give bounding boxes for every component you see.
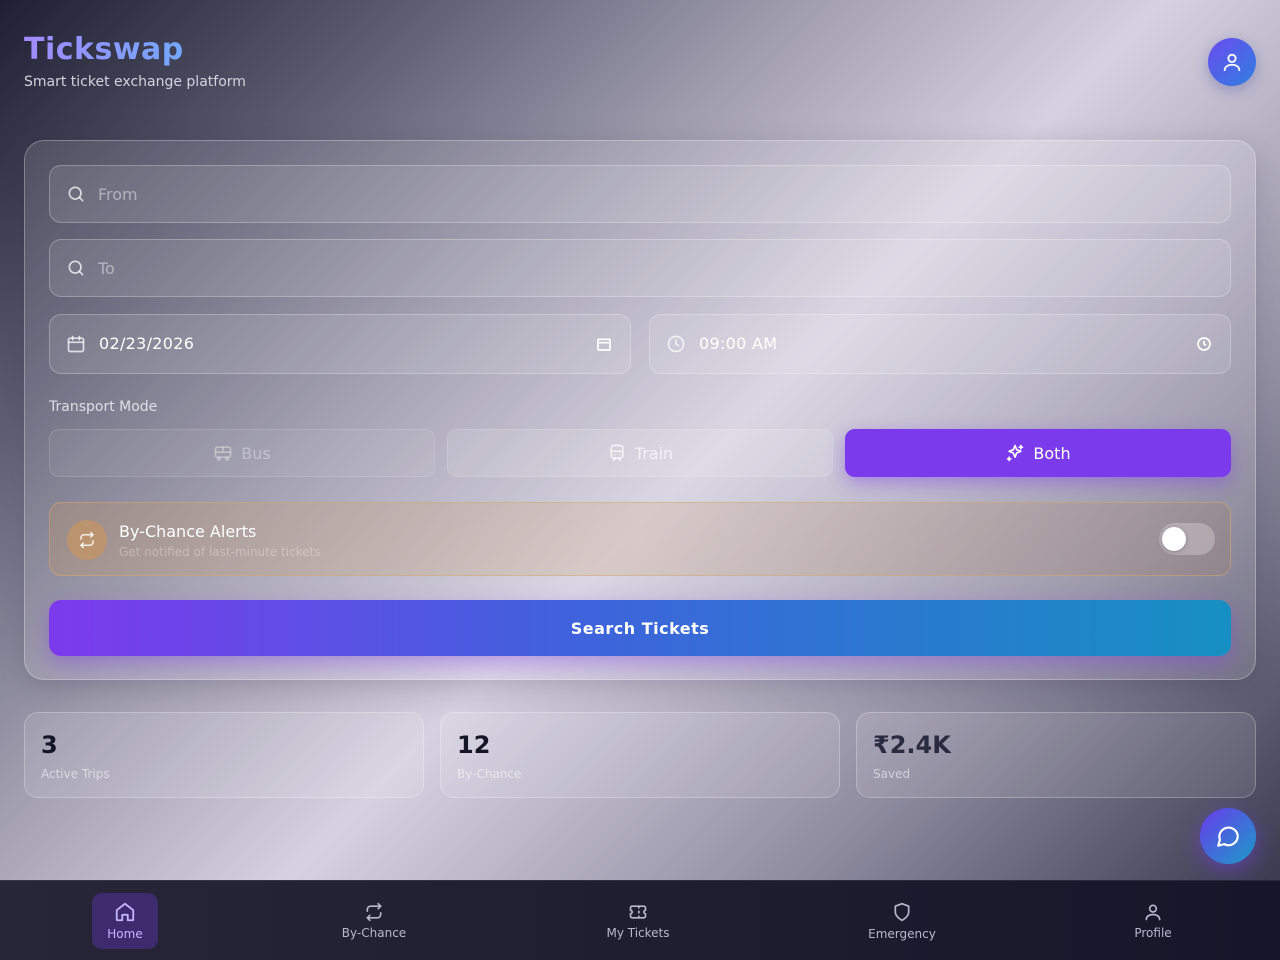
repeat-icon — [67, 520, 107, 560]
stat-label: Active Trips — [41, 767, 110, 781]
train-icon — [610, 444, 624, 462]
stat-value: ₹2.4K — [873, 731, 951, 759]
search-icon — [68, 260, 84, 276]
time-picker-icon[interactable] — [1196, 336, 1212, 352]
repeat-icon — [366, 902, 382, 922]
shield-icon — [894, 902, 910, 922]
time-field[interactable]: 09:00 AM — [649, 314, 1231, 374]
nav-emergency[interactable]: Emergency — [864, 893, 940, 949]
mode-train-label: Train — [634, 443, 674, 463]
toggle-knob — [1162, 527, 1186, 551]
alerts-title: By-Chance Alerts — [119, 522, 257, 541]
app-subtitle: Smart ticket exchange platform — [24, 74, 246, 90]
mode-both-button[interactable]: Both — [845, 429, 1231, 477]
search-icon — [68, 186, 84, 202]
clock-icon — [667, 335, 685, 353]
nav-by-chance[interactable]: By-Chance — [340, 893, 408, 949]
mode-both-label: Both — [1033, 443, 1071, 463]
transport-mode-label: Transport Mode — [49, 399, 158, 415]
alerts-subtitle: Get notified of last-minute tickets — [119, 545, 321, 559]
stat-card-by-chance: 12 By-Chance — [440, 712, 840, 798]
nav-my-tickets[interactable]: My Tickets — [602, 893, 674, 949]
nav-home[interactable]: Home — [92, 893, 158, 949]
nav-profile[interactable]: Profile — [1130, 893, 1176, 949]
calendar-picker-icon[interactable] — [596, 336, 612, 352]
nav-by-chance-label: By-Chance — [341, 926, 407, 940]
stat-card-active-trips: 3 Active Trips — [24, 712, 424, 798]
date-field[interactable]: 02/23/2026 — [49, 314, 631, 374]
mode-bus-button[interactable]: Bus — [49, 429, 435, 477]
mode-bus-label: Bus — [241, 443, 271, 463]
from-field[interactable] — [49, 165, 1231, 223]
calendar-icon — [67, 335, 85, 353]
search-tickets-button[interactable]: Search Tickets — [49, 600, 1231, 656]
nav-home-label: Home — [107, 927, 143, 941]
nav-profile-label: Profile — [1134, 926, 1172, 940]
app-title: Tickswap — [24, 32, 246, 68]
bottom-nav: Home By-Chance My Tickets Emergency Prof… — [0, 880, 1280, 960]
user-icon — [1223, 53, 1241, 72]
bus-icon — [214, 446, 232, 461]
nav-my-tickets-label: My Tickets — [606, 926, 670, 940]
stat-label: Saved — [873, 767, 911, 781]
from-input[interactable] — [98, 166, 1198, 222]
sparkles-icon — [1007, 444, 1024, 462]
time-value: 09:00 AM — [699, 334, 778, 353]
mode-train-button[interactable]: Train — [447, 429, 833, 477]
user-icon — [1145, 904, 1161, 921]
home-icon — [115, 902, 135, 922]
to-input[interactable] — [98, 240, 1198, 296]
profile-avatar-button[interactable] — [1208, 38, 1256, 86]
chat-button[interactable] — [1200, 808, 1256, 864]
stat-value: 3 — [41, 731, 58, 759]
date-value: 02/23/2026 — [99, 334, 195, 353]
stat-value: 12 — [457, 731, 491, 759]
alerts-toggle[interactable] — [1159, 523, 1215, 555]
nav-emergency-label: Emergency — [868, 927, 936, 941]
search-card: 02/23/2026 09:00 AM Transport Mode Bus T… — [24, 140, 1256, 680]
to-field[interactable] — [49, 239, 1231, 297]
by-chance-alerts-panel: By-Chance Alerts Get notified of last-mi… — [49, 502, 1231, 576]
chat-icon — [1217, 826, 1239, 847]
brand: Tickswap Smart ticket exchange platform — [24, 32, 246, 90]
stat-label: By-Chance — [457, 767, 522, 781]
ticket-icon — [629, 905, 647, 919]
stat-card-saved: ₹2.4K Saved — [856, 712, 1256, 798]
